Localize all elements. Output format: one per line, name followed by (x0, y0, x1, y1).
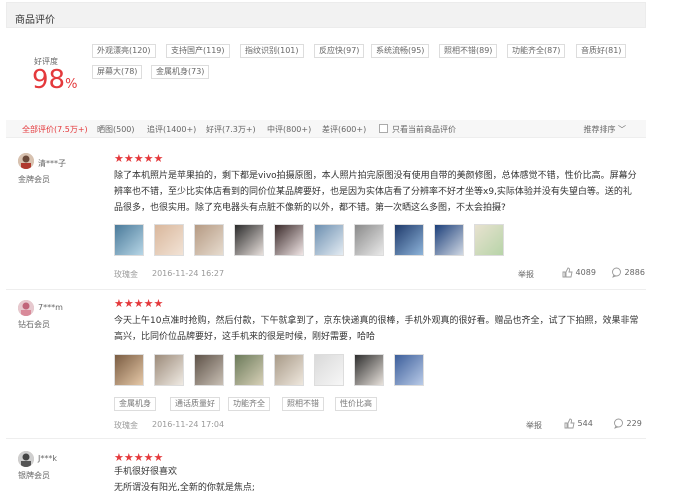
like-count: 4089 (575, 268, 596, 277)
review-item: 清***子 金牌会员 ★★★★★ 除了本机照片是苹果拍的，剩下都是vivo拍摄原… (6, 142, 646, 290)
only-current-label[interactable]: 只看当前商品评价 (392, 124, 456, 135)
review-item: 7***m 钻石会员 ★★★★★ 今天上午10点准时抢购，然后付款，下午就拿到了… (6, 291, 646, 439)
comment-count: 2886 (624, 268, 645, 277)
review-tag: 通话质量好 (170, 397, 220, 411)
like-button[interactable]: 544 (564, 418, 593, 429)
filter-positive[interactable]: 好评(7.3万+) (206, 124, 256, 135)
review-tag: 照相不错 (282, 397, 324, 411)
review-filter-bar: 全部评价(7.5万+) 晒图(500) 追评(1400+) 好评(7.3万+) … (6, 120, 646, 138)
impression-tag[interactable]: 系统流畅(95) (371, 44, 430, 58)
report-link[interactable]: 举报 (526, 420, 542, 431)
review-tag: 金属机身 (114, 397, 156, 411)
reviewer-name: 7***m (38, 303, 63, 312)
review-photo[interactable] (114, 354, 144, 386)
review-tag: 性价比高 (335, 397, 377, 411)
comment-button[interactable]: 229 (613, 418, 642, 429)
member-level: 钻石会员 (18, 320, 50, 329)
impression-tag[interactable]: 照相不错(89) (439, 44, 498, 58)
sort-dropdown[interactable]: 推荐排序 ﹀ (583, 124, 626, 135)
review-photo[interactable] (474, 224, 504, 256)
review-photo[interactable] (394, 354, 424, 386)
impression-tag[interactable]: 屏幕大(78) (92, 65, 143, 79)
star-rating: ★★★★★ (114, 451, 164, 464)
review-photo[interactable] (114, 224, 144, 256)
like-count: 544 (577, 419, 593, 428)
review-photo[interactable] (194, 354, 224, 386)
impression-tag[interactable]: 指纹识别(101) (240, 44, 304, 58)
review-photo[interactable] (314, 354, 344, 386)
reviewer-name: J***k (38, 454, 57, 463)
filter-followup[interactable]: 追评(1400+) (147, 124, 196, 135)
review-photo[interactable] (354, 224, 384, 256)
filter-neutral[interactable]: 中评(800+) (267, 124, 311, 135)
comment-icon (614, 418, 623, 429)
review-photo[interactable] (274, 224, 304, 256)
report-link[interactable]: 举报 (518, 269, 534, 280)
filter-negative[interactable]: 差评(600+) (322, 124, 366, 135)
only-current-checkbox[interactable] (379, 124, 388, 133)
impression-tag[interactable]: 反应快(97) (314, 44, 365, 58)
impression-tag[interactable]: 音质好(81) (576, 44, 627, 58)
review-item: J***k 银牌会员 ★★★★★ 手机很好很喜欢 无所谓没有阳光,全新的你就是焦… (6, 440, 646, 503)
review-date: 2016-11-24 16:27 (152, 269, 225, 278)
review-photo[interactable] (394, 224, 424, 256)
reviews-header: 商品评价 (6, 2, 646, 28)
comment-button[interactable]: 2886 (611, 267, 645, 278)
impression-tag[interactable]: 支持国产(119) (166, 44, 230, 58)
comment-count: 229 (626, 419, 642, 428)
avatar[interactable] (18, 300, 34, 316)
product-color: 玫瑰金 (114, 421, 138, 430)
review-photo[interactable] (314, 224, 344, 256)
review-text: 除了本机照片是苹果拍的，剩下都是vivo拍摄原图，本人照片拍完原图没有使用自带的… (114, 171, 637, 213)
impression-tag[interactable]: 金属机身(73) (151, 65, 210, 79)
review-photo[interactable] (234, 224, 264, 256)
reviews-title: 商品评价 (15, 15, 55, 26)
review-photo[interactable] (434, 224, 464, 256)
avatar[interactable] (18, 451, 34, 467)
review-date: 2016-11-24 17:04 (152, 420, 225, 429)
chevron-down-icon: ﹀ (618, 125, 626, 134)
rating-number: 98 (32, 65, 66, 95)
avatar[interactable] (18, 153, 34, 169)
review-photo[interactable] (354, 354, 384, 386)
review-tag: 功能齐全 (228, 397, 270, 411)
review-photo[interactable] (234, 354, 264, 386)
review-photo[interactable] (274, 354, 304, 386)
thumbs-up-icon (562, 267, 573, 278)
member-level: 银牌会员 (18, 471, 50, 480)
comment-icon (612, 267, 621, 278)
review-photo[interactable] (154, 224, 184, 256)
rating-unit: % (65, 77, 78, 92)
reviewer-name: 清***子 (38, 159, 66, 168)
impression-tag[interactable]: 功能齐全(87) (507, 44, 566, 58)
member-level: 金牌会员 (18, 175, 50, 184)
review-photo[interactable] (194, 224, 224, 256)
star-rating: ★★★★★ (114, 297, 164, 310)
like-button[interactable]: 4089 (562, 267, 596, 278)
review-text: 今天上午10点准时抢购，然后付款，下午就拿到了，京东快递真的很棒，手机外观真的很… (114, 316, 639, 342)
thumbs-up-icon (564, 418, 575, 429)
product-reviews-section: 商品评价 好评度 98% 外观漂亮(120) 支持国产(119) 指纹识别(10… (0, 0, 693, 503)
star-rating: ★★★★★ (114, 152, 164, 165)
filter-photos[interactable]: 晒图(500) (97, 124, 135, 135)
review-photo[interactable] (154, 354, 184, 386)
impression-tag[interactable]: 外观漂亮(120) (92, 44, 156, 58)
product-color: 玫瑰金 (114, 270, 138, 279)
sort-label: 推荐排序 (583, 125, 616, 134)
filter-all[interactable]: 全部评价(7.5万+) (22, 124, 88, 135)
review-text: 手机很好很喜欢 无所谓没有阳光,全新的你就是焦点; (114, 467, 255, 493)
rating-value: 98% (32, 66, 77, 99)
